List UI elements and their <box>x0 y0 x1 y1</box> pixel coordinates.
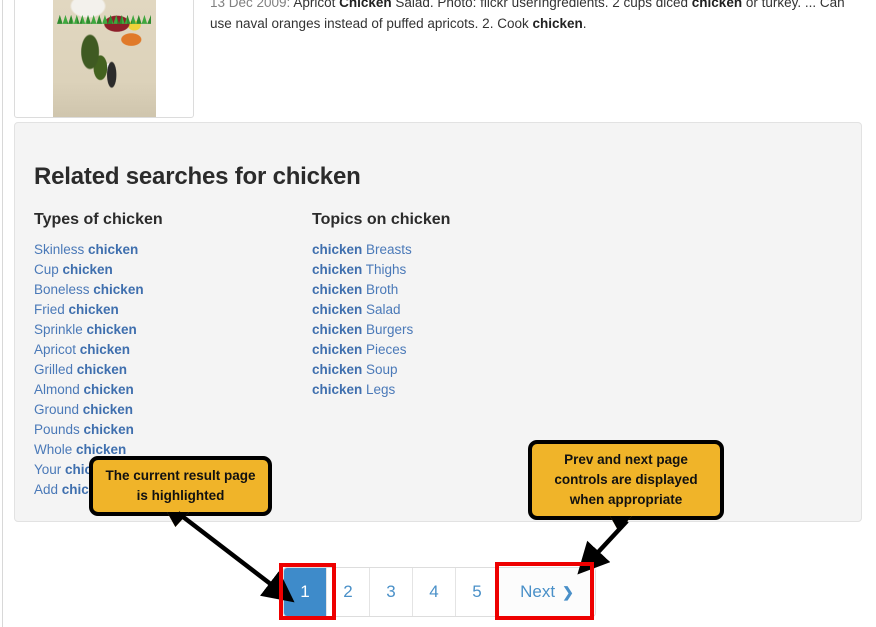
result-date: 13 Dec 2009: <box>210 0 291 10</box>
link-suffix: Breasts <box>362 242 412 257</box>
related-link-topic-3[interactable]: chicken Salad <box>312 300 612 320</box>
link-term: chicken <box>312 382 363 397</box>
bento-box-photo-icon <box>53 0 156 117</box>
link-prefix: Cup <box>34 262 63 277</box>
link-prefix: Sprinkle <box>34 322 87 337</box>
link-term: chicken <box>62 262 113 277</box>
callout-prev-next-text: Prev and next page controls are displaye… <box>554 452 698 507</box>
link-prefix: Add <box>34 482 62 497</box>
related-column-topics: Topics on chicken chicken Breasts chicken… <box>312 211 612 400</box>
types-heading-prefix: Types of <box>34 211 104 228</box>
link-term: chicken <box>82 402 134 417</box>
related-link-type-3[interactable]: Fried chicken <box>34 300 304 320</box>
link-term: chicken <box>79 342 131 357</box>
types-heading-term: chicken <box>103 211 163 228</box>
result-thumbnail[interactable] <box>14 0 194 118</box>
search-results-page: 13 Dec 2009: Apricot Chicken Salad. Phot… <box>0 0 876 627</box>
related-link-type-7[interactable]: Almond chicken <box>34 380 304 400</box>
related-link-topic-7[interactable]: chicken Legs <box>312 380 612 400</box>
related-link-type-0[interactable]: Skinless chicken <box>34 240 304 260</box>
link-prefix: Skinless <box>34 242 89 257</box>
related-searches-title: Related searches for chicken <box>34 163 361 191</box>
result-snippet: 13 Dec 2009: Apricot Chicken Salad. Phot… <box>210 0 862 34</box>
link-suffix: Salad <box>362 302 401 317</box>
link-term: chicken <box>312 302 363 317</box>
snippet-text-b: Salad. Photo: flickr userIngredients. 2 … <box>391 0 692 10</box>
link-suffix: Soup <box>362 362 398 377</box>
snippet-text-d: . <box>582 16 587 31</box>
link-term: chicken <box>312 362 363 377</box>
page-left-border <box>2 0 3 627</box>
page-button-5[interactable]: 5 <box>456 568 499 616</box>
callout-current-page: The current result page is highlighted <box>89 456 272 527</box>
link-term: chicken <box>312 342 363 357</box>
link-term: chicken <box>76 442 127 457</box>
related-link-topic-5[interactable]: chicken Pieces <box>312 340 612 360</box>
related-title-prefix: Related searches for <box>34 163 273 190</box>
link-suffix: Burgers <box>362 322 414 337</box>
related-link-type-6[interactable]: Grilled chicken <box>34 360 304 380</box>
link-suffix: Legs <box>362 382 396 397</box>
link-prefix: Whole <box>34 442 77 457</box>
callout-tail <box>610 516 632 531</box>
callout-current-page-text: The current result page is highlighted <box>105 468 256 503</box>
link-prefix: Boneless <box>34 282 94 297</box>
link-suffix: Pieces <box>362 342 407 357</box>
related-link-topic-4[interactable]: chicken Burgers <box>312 320 612 340</box>
link-prefix: Pounds <box>34 422 84 437</box>
link-prefix: Fried <box>34 302 69 317</box>
link-term: chicken <box>76 362 128 377</box>
arrow-to-page1 <box>176 511 295 603</box>
related-link-topic-2[interactable]: chicken Broth <box>312 280 612 300</box>
link-prefix: Almond <box>34 382 84 397</box>
snippet-bold-2: chicken <box>691 0 743 10</box>
link-prefix: Ground <box>34 402 83 417</box>
related-link-type-9[interactable]: Pounds chicken <box>34 420 304 440</box>
snippet-bold-3: chicken <box>532 16 583 31</box>
link-suffix: Thighs <box>362 262 407 277</box>
link-term: chicken <box>312 322 363 337</box>
link-term: chicken <box>83 422 134 437</box>
link-term: chicken <box>68 302 119 317</box>
page-button-4[interactable]: 4 <box>413 568 456 616</box>
link-prefix: Grilled <box>34 362 77 377</box>
page-button-3[interactable]: 3 <box>370 568 413 616</box>
link-prefix: Apricot <box>34 342 80 357</box>
related-links-list-topics: chicken Breasts chicken Thighs chicken Bro… <box>312 240 612 400</box>
related-title-term: chicken <box>272 163 361 190</box>
related-link-type-8[interactable]: Ground chicken <box>34 400 304 420</box>
link-term: chicken <box>312 242 363 257</box>
related-link-topic-6[interactable]: chicken Soup <box>312 360 612 380</box>
link-term: chicken <box>312 282 363 297</box>
related-link-type-2[interactable]: Boneless chicken <box>34 280 304 300</box>
related-link-type-1[interactable]: Cup chicken <box>34 260 304 280</box>
topics-heading-term: chicken <box>390 211 451 228</box>
link-prefix: Your <box>34 462 66 477</box>
related-link-topic-1[interactable]: chicken Thighs <box>312 260 612 280</box>
related-link-type-5[interactable]: Apricot chicken <box>34 340 304 360</box>
topics-heading-prefix: Topics on <box>312 211 391 228</box>
snippet-bold-1: Chicken <box>339 0 392 10</box>
link-term: chicken <box>93 282 144 297</box>
link-term: chicken <box>312 262 363 277</box>
highlight-box-current-page <box>279 563 336 620</box>
link-term: chicken <box>83 382 134 397</box>
link-term: chicken <box>86 322 137 337</box>
column-heading-types: Types of chicken <box>34 211 304 229</box>
related-link-type-4[interactable]: Sprinkle chicken <box>34 320 304 340</box>
search-result-row: 13 Dec 2009: Apricot Chicken Salad. Phot… <box>14 0 862 118</box>
column-heading-topics: Topics on chicken <box>312 211 612 229</box>
callout-prev-next: Prev and next page controls are displaye… <box>528 440 724 531</box>
snippet-text-a: Apricot <box>290 0 340 10</box>
highlight-box-next-button <box>495 562 594 620</box>
link-term: chicken <box>88 242 139 257</box>
related-link-topic-0[interactable]: chicken Breasts <box>312 240 612 260</box>
link-suffix: Broth <box>362 282 399 297</box>
